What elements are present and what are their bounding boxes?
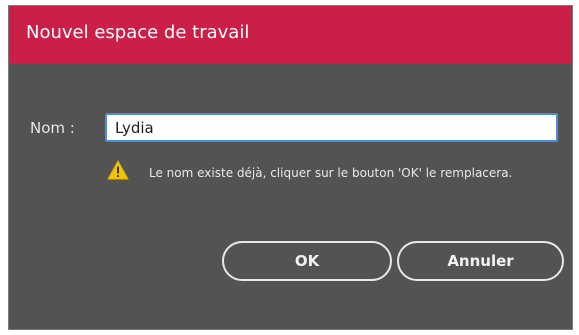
- warning-icon: [107, 160, 129, 180]
- name-label: Nom :: [30, 119, 75, 137]
- new-workspace-dialog: Nouvel espace de travail Nom : Le nom ex…: [8, 5, 573, 330]
- ok-button[interactable]: OK: [222, 241, 392, 281]
- warning-message: Le nom existe déjà, cliquer sur le bouto…: [149, 166, 513, 180]
- name-input[interactable]: [105, 113, 558, 142]
- cancel-button[interactable]: Annuler: [397, 241, 564, 281]
- dialog-title: Nouvel espace de travail: [26, 22, 250, 43]
- dialog-titlebar: Nouvel espace de travail: [9, 6, 572, 63]
